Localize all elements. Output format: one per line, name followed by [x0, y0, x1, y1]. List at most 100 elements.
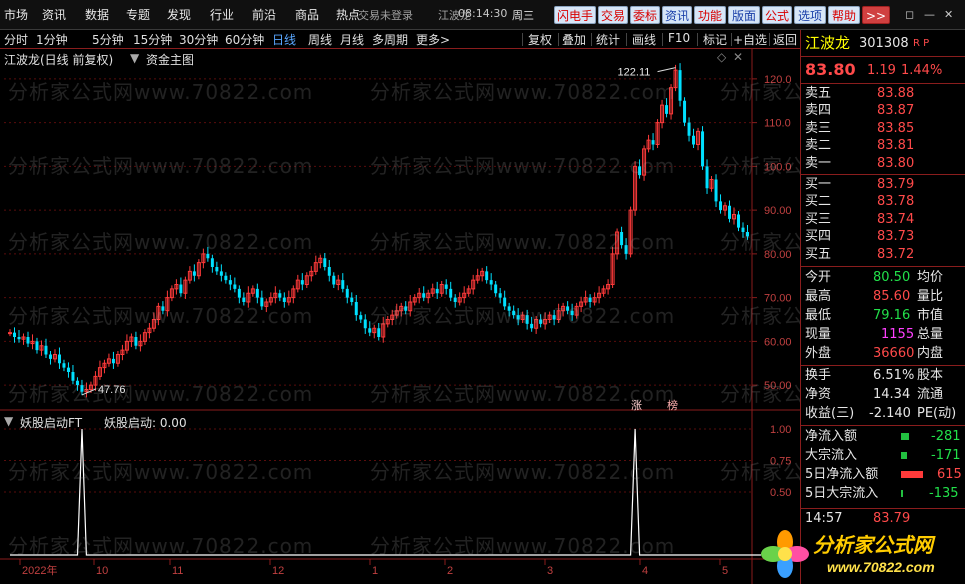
period-tab-1min[interactable]: 1分钟: [36, 31, 68, 48]
sub-y-tick-label: 1.00: [770, 424, 791, 436]
candle-body: [512, 310, 516, 316]
high-annotation-arrow: [657, 67, 676, 73]
stat-curvol-value: 1155: [881, 327, 915, 342]
back-button[interactable]: 返回: [773, 31, 797, 48]
candle-body: [206, 253, 210, 259]
restore-icon[interactable]: ◻: [905, 8, 914, 21]
period-tab-15min[interactable]: 15分钟: [133, 31, 172, 48]
period-tab-monthly[interactable]: 月线: [340, 31, 364, 48]
weekday: 周三: [512, 9, 534, 22]
candle-body: [327, 267, 331, 276]
function-button[interactable]: 功能: [694, 6, 726, 24]
x-tick-label: 10: [96, 565, 108, 577]
y-tick-label: 80.00: [764, 249, 792, 261]
candle-body: [705, 166, 709, 189]
ask-level-label: 卖三: [805, 121, 832, 136]
period-tab-more[interactable]: 更多>: [416, 31, 450, 48]
add-watchlist-button[interactable]: +自选: [733, 31, 767, 48]
f10-button[interactable]: F10: [668, 31, 690, 45]
indicator-name[interactable]: 资金主图: [146, 51, 194, 68]
menu-item-frontier[interactable]: 前沿: [252, 6, 276, 23]
period-tab-multi[interactable]: 多周期: [372, 31, 408, 48]
bid-level-price: 83.72: [877, 247, 915, 262]
menu-item-topic[interactable]: 专题: [126, 6, 150, 23]
layout-button[interactable]: 版面: [728, 6, 760, 24]
candle-body: [507, 306, 511, 311]
flow-net-bar: [901, 433, 909, 440]
bid-level-price: 83.74: [877, 212, 915, 227]
sub-chart-title: 妖股启动FT: [20, 416, 83, 430]
candle-body: [8, 332, 12, 335]
main-chart-area[interactable]: 50.00 60.00 70.00 80.00 90.00 100.0 110.0 120.0…: [0, 49, 800, 584]
candle-body: [714, 179, 718, 202]
candle-body: [665, 105, 669, 114]
options-button[interactable]: 选项: [794, 6, 826, 24]
mark-button[interactable]: 标记: [703, 31, 727, 48]
stat-capital-label: 股本: [917, 368, 944, 383]
menu-item-data[interactable]: 数据: [85, 6, 109, 23]
adjust-button[interactable]: 复权: [528, 31, 552, 48]
period-tab-60min[interactable]: 60分钟: [225, 31, 264, 48]
y-tick-label: 60.00: [764, 336, 792, 348]
period-tab-weekly[interactable]: 周线: [308, 31, 332, 48]
candle-body: [368, 328, 372, 333]
candle-body: [71, 372, 75, 381]
draw-line-button[interactable]: 画线: [632, 31, 656, 48]
menu-item-hot[interactable]: 热点: [336, 6, 360, 23]
ask-level-price: 83.81: [877, 138, 915, 153]
candle-body: [179, 284, 183, 294]
x-tick-label: 4: [642, 565, 648, 577]
ask-level-label: 卖四: [805, 103, 832, 118]
stat-ratio-label: 量比: [917, 289, 944, 304]
help-button[interactable]: 帮助: [828, 6, 860, 24]
indicator-menu-icon[interactable]: ▼: [130, 51, 139, 65]
candle-body: [678, 70, 682, 101]
candle-body: [233, 284, 237, 289]
candle-body: [345, 288, 349, 298]
chart-option-icon[interactable]: ◇: [717, 50, 726, 64]
ask-level-price: 83.85: [877, 121, 915, 136]
candle-body: [354, 302, 358, 316]
candle-body: [566, 306, 570, 311]
more-menu-button[interactable]: >>: [862, 6, 890, 24]
statistics-button[interactable]: 统计: [596, 31, 620, 48]
candle-body: [453, 297, 457, 302]
stat-avg-label: 均价: [917, 270, 944, 285]
trade-button[interactable]: 交易: [598, 6, 628, 24]
overlay-button[interactable]: 叠加: [562, 31, 586, 48]
stock-name: 江波龙: [805, 34, 851, 52]
candle-body: [111, 358, 115, 364]
bid-level-price: 83.78: [877, 194, 915, 209]
stat-low-label: 最低: [805, 308, 832, 323]
order-mark-button[interactable]: 委标: [630, 6, 660, 24]
menu-item-market[interactable]: 市场: [4, 6, 28, 23]
price-change-pct: 1.44%: [901, 63, 943, 78]
candle-body: [444, 284, 448, 289]
menu-item-goods[interactable]: 商品: [295, 6, 319, 23]
stock-code: 301308: [859, 36, 909, 51]
stat-high-value: 85.60: [873, 289, 911, 304]
period-tab-daily[interactable]: 日线: [272, 31, 296, 48]
menu-item-news[interactable]: 资讯: [42, 6, 66, 23]
chart-close-icon[interactable]: ✕: [733, 50, 743, 64]
menu-item-discover[interactable]: 发现: [167, 6, 191, 23]
period-tab-timeshare[interactable]: 分时: [4, 31, 28, 48]
candle-body: [26, 337, 30, 344]
period-tab-5min[interactable]: 5分钟: [92, 31, 124, 48]
y-tick-label: 120.0: [764, 74, 792, 86]
stat-curvol-label: 现量: [805, 327, 832, 342]
minimize-icon[interactable]: —: [924, 8, 935, 21]
candle-body: [237, 288, 241, 298]
menu-item-industry[interactable]: 行业: [210, 6, 234, 23]
period-tab-30min[interactable]: 30分钟: [179, 31, 218, 48]
x-tick-label: 2: [447, 565, 453, 577]
flash-trade-button[interactable]: 闪电手: [554, 6, 596, 24]
kline-chart[interactable]: 50.00 60.00 70.00 80.00 90.00 100.0 110.0 120.0…: [0, 49, 800, 584]
bid-level-label: 买一: [805, 177, 832, 192]
formula-button[interactable]: 公式: [762, 6, 792, 24]
news-button[interactable]: 资讯: [662, 6, 692, 24]
candle-body: [44, 345, 48, 355]
close-icon[interactable]: ✕: [944, 8, 953, 21]
sub-indicator-menu-icon[interactable]: ▼: [4, 414, 13, 428]
candle-body: [741, 227, 745, 232]
